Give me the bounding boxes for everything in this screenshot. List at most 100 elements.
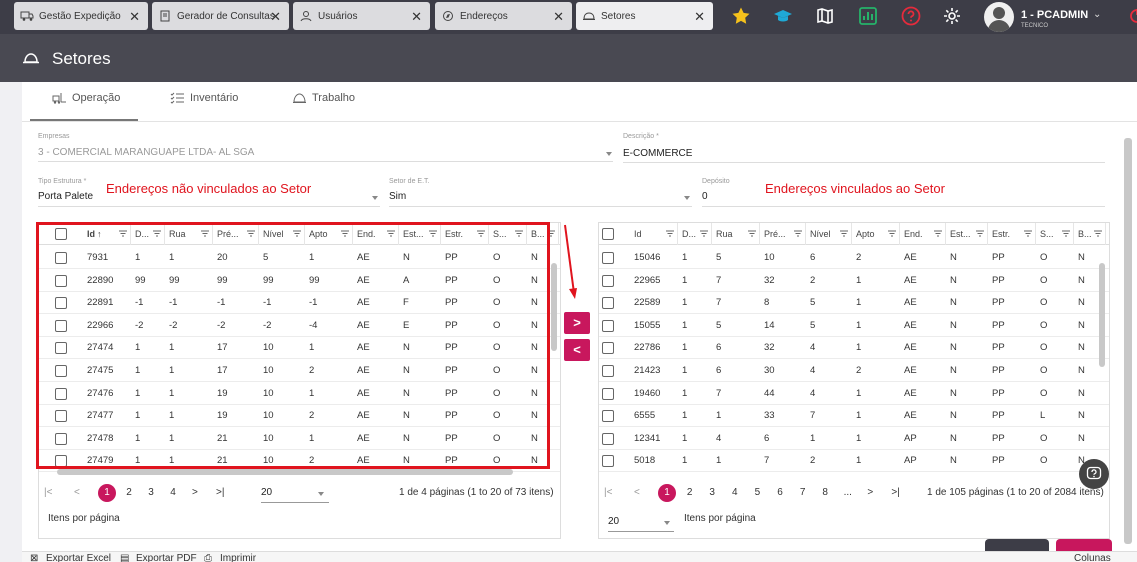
prev-page-button[interactable]: < (634, 487, 640, 498)
filter-icon[interactable] (700, 230, 708, 237)
page-size-select[interactable]: 20 (608, 516, 619, 527)
avatar[interactable] (984, 2, 1014, 32)
table-row[interactable]: 22965 1 7 32 2 1 AE N PP O N (599, 270, 1109, 292)
tipo-estrutura-select[interactable]: Porta Palete (38, 191, 93, 202)
filter-icon[interactable] (934, 230, 942, 237)
column-header[interactable]: S... (1036, 223, 1074, 245)
row-checkbox[interactable] (602, 410, 614, 423)
column-header[interactable]: Estr. (988, 223, 1036, 245)
close-icon[interactable]: ✕ (694, 9, 705, 25)
page-number[interactable]: 8 (816, 487, 834, 498)
row-checkbox[interactable] (602, 274, 614, 287)
chevron-down-icon[interactable] (606, 152, 612, 156)
page-number[interactable]: 4 (726, 487, 744, 498)
browser-tab-enderecos[interactable]: Endereços ✕ (435, 2, 572, 30)
filter-icon[interactable] (888, 230, 896, 237)
row-checkbox[interactable] (602, 252, 614, 264)
page-number[interactable]: 4 (164, 487, 182, 498)
row-checkbox[interactable] (602, 455, 614, 468)
browser-tab-setores[interactable]: Setores ✕ (576, 2, 713, 30)
filter-icon[interactable] (976, 230, 984, 237)
column-header[interactable]: Est... (946, 223, 988, 245)
chevron-down-icon[interactable] (372, 196, 378, 200)
star-icon[interactable] (731, 6, 751, 26)
row-checkbox[interactable] (602, 365, 614, 377)
gear-icon[interactable] (942, 6, 962, 26)
page-number[interactable]: 6 (771, 487, 789, 498)
graduation-cap-icon[interactable] (773, 6, 793, 26)
chevron-down-icon[interactable]: ⌄ (1093, 9, 1101, 20)
chevron-down-icon[interactable] (684, 196, 690, 200)
right-grid-scrollbar[interactable] (1099, 263, 1105, 367)
map-icon[interactable] (815, 6, 835, 26)
chart-icon[interactable] (858, 6, 878, 26)
select-all-checkbox[interactable] (602, 228, 614, 240)
remove-from-sector-button[interactable]: < (564, 339, 590, 361)
table-row[interactable]: 15046 1 5 10 6 2 AE N PP O N (599, 247, 1109, 269)
column-header[interactable]: Id (630, 223, 678, 245)
page-number[interactable]: ... (839, 487, 857, 498)
row-checkbox[interactable] (602, 342, 614, 355)
column-header[interactable]: Apto (852, 223, 900, 245)
table-row[interactable]: 22589 1 7 8 5 1 AE N PP O N (599, 292, 1109, 315)
page-number[interactable]: 2 (120, 487, 138, 498)
table-row[interactable]: 15055 1 5 14 5 1 AE N PP O N (599, 315, 1109, 337)
help-circle-icon[interactable] (901, 6, 921, 26)
table-row[interactable]: 12341 1 4 6 1 1 AP N PP O N (599, 428, 1109, 450)
deposito-field[interactable]: 0 (702, 191, 708, 202)
filter-icon[interactable] (666, 230, 674, 237)
browser-tab-usuarios[interactable]: Usuários ✕ (293, 2, 430, 30)
page-size-select[interactable]: 20 (261, 487, 272, 498)
row-checkbox[interactable] (602, 297, 614, 310)
next-page-button[interactable]: > (192, 487, 198, 498)
column-header[interactable]: Rua (712, 223, 760, 245)
left-grid-hscrollbar[interactable] (57, 469, 513, 475)
print-button[interactable]: Imprimir (220, 553, 256, 562)
row-checkbox[interactable] (602, 319, 614, 332)
browser-tab-gestao-expedicao[interactable]: Gestão Expedição ✕ (14, 2, 148, 30)
descricao-field[interactable]: E-COMMERCE (623, 148, 692, 159)
close-icon[interactable]: ✕ (270, 9, 281, 25)
column-header[interactable]: B... (1074, 223, 1106, 245)
empresas-field[interactable]: 3 - COMERCIAL MARANGUAPE LTDA- AL SGA (38, 147, 254, 158)
left-grid-scrollbar[interactable] (551, 263, 557, 351)
first-page-button[interactable]: |< (44, 487, 52, 498)
filter-icon[interactable] (1024, 230, 1032, 237)
filter-icon[interactable] (1094, 230, 1102, 237)
tab-operacao[interactable]: Operação (52, 92, 120, 104)
browser-tab-gerador-consultas[interactable]: Gerador de Consultas ✕ (152, 2, 289, 30)
export-pdf-button[interactable]: Exportar PDF (136, 553, 197, 562)
chevron-down-icon[interactable] (318, 492, 324, 496)
column-header[interactable]: Pré... (760, 223, 806, 245)
filter-icon[interactable] (794, 230, 802, 237)
filter-icon[interactable] (748, 230, 756, 237)
table-row[interactable]: 19460 1 7 44 4 1 AE N PP O N (599, 383, 1109, 405)
filter-icon[interactable] (1062, 230, 1070, 237)
column-header[interactable]: D... (678, 223, 712, 245)
close-icon[interactable]: ✕ (411, 9, 422, 25)
power-icon[interactable] (1128, 7, 1137, 25)
page-scrollbar[interactable] (1124, 138, 1132, 544)
tab-inventario[interactable]: Inventário (170, 92, 238, 104)
chevron-down-icon[interactable] (664, 521, 670, 525)
row-checkbox[interactable] (602, 432, 614, 445)
setor-et-select[interactable]: Sim (389, 191, 406, 202)
tab-trabalho[interactable]: Trabalho (292, 92, 355, 104)
user-name[interactable]: 1 - PCADMIN (1021, 9, 1088, 21)
page-number[interactable]: 5 (748, 487, 766, 498)
column-header[interactable]: End. (900, 223, 946, 245)
table-row[interactable]: 5018 1 1 7 2 1 AP N PP O N (599, 450, 1109, 473)
close-icon[interactable]: ✕ (553, 9, 564, 25)
filter-icon[interactable] (840, 230, 848, 237)
last-page-button[interactable]: >| (216, 487, 224, 498)
page-number[interactable]: 3 (142, 487, 160, 498)
add-to-sector-button[interactable]: > (564, 312, 590, 334)
table-row[interactable]: 6555 1 1 33 7 1 AE N PP L N (599, 405, 1109, 428)
last-page-button[interactable]: >| (891, 487, 899, 498)
page-number[interactable]: 3 (703, 487, 721, 498)
first-page-button[interactable]: |< (604, 487, 612, 498)
page-number[interactable]: 7 (794, 487, 812, 498)
page-number[interactable]: 2 (681, 487, 699, 498)
table-row[interactable]: 21423 1 6 30 4 2 AE N PP O N (599, 360, 1109, 382)
export-excel-button[interactable]: Exportar Excel (46, 553, 111, 562)
